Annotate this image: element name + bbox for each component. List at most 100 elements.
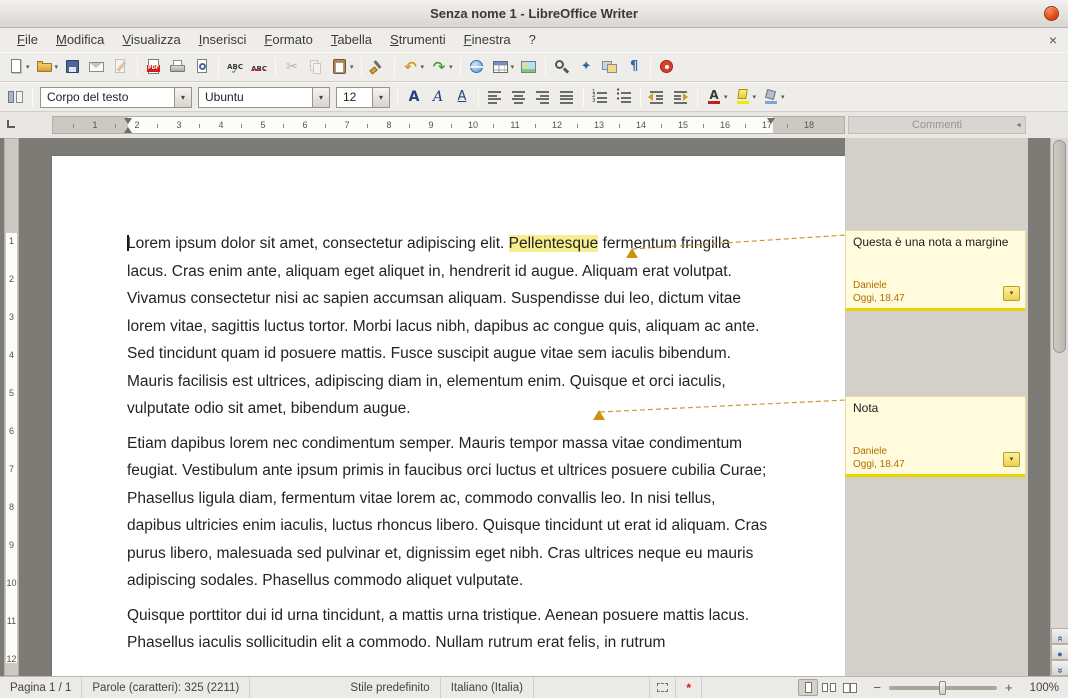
horizontal-ruler[interactable]: 123456789101112131415161718 <box>52 116 845 134</box>
page-number-status[interactable]: Pagina 1 / 1 <box>0 677 82 698</box>
menu-item-tabella[interactable]: Tabella <box>322 28 381 52</box>
menu-item-visualizza[interactable]: Visualizza <box>113 28 189 52</box>
tab-stop-selector[interactable] <box>7 120 15 128</box>
highlight-color-dropdown[interactable]: ▾ <box>753 93 757 101</box>
numbered-list-button[interactable] <box>589 84 611 110</box>
underline-button[interactable]: A <box>451 84 473 110</box>
hyperlink-button[interactable] <box>466 54 488 80</box>
align-right-button[interactable] <box>532 84 554 110</box>
multi-page-view-button[interactable] <box>819 679 839 696</box>
menu-item-modifica[interactable]: Modifica <box>47 28 113 52</box>
italic-button[interactable]: A <box>427 84 449 110</box>
paragraph-2[interactable]: Etiam dapibus lorem nec condimentum semp… <box>127 430 772 595</box>
open-button[interactable]: ▾ <box>34 54 61 80</box>
zoom-slider-thumb[interactable] <box>939 681 946 695</box>
highlight-color-button[interactable]: ▾ <box>732 84 759 110</box>
open-dropdown[interactable]: ▾ <box>55 63 59 71</box>
comment-text[interactable]: Questa è una nota a margine <box>853 235 1018 249</box>
bullet-list-button[interactable] <box>613 84 635 110</box>
paragraph-style-dropdown[interactable]: ▾ <box>174 88 191 107</box>
email-document-button[interactable] <box>86 54 108 80</box>
font-size-dropdown[interactable]: ▾ <box>372 88 389 107</box>
comment-1[interactable]: Questa è una nota a margine Daniele Oggi… <box>845 230 1026 311</box>
close-document-button[interactable]: × <box>1038 32 1068 48</box>
word-count-status[interactable]: Parole (caratteri): 325 (2211) <box>82 677 250 698</box>
print-button[interactable] <box>167 54 189 80</box>
new-document-dropdown[interactable]: ▾ <box>26 63 30 71</box>
paste-dropdown[interactable]: ▾ <box>350 63 354 71</box>
comment-menu-button[interactable]: ▾ <box>1003 452 1020 467</box>
comment-menu-button[interactable]: ▾ <box>1003 286 1020 301</box>
font-name-dropdown[interactable]: ▾ <box>312 88 329 107</box>
menu-item-help[interactable]: ? <box>520 28 545 52</box>
paste-button[interactable]: ▾ <box>329 54 356 80</box>
menu-item-file[interactable]: File <box>8 28 47 52</box>
increase-indent-button[interactable] <box>670 84 692 110</box>
insert-mode-status[interactable] <box>624 677 650 698</box>
background-color-dropdown[interactable]: ▾ <box>781 93 785 101</box>
comment-anchor-highlight[interactable]: Pellentesque <box>509 235 599 252</box>
right-indent-marker[interactable] <box>767 118 775 124</box>
paragraph-style-combo[interactable]: Corpo del testo ▾ <box>40 87 192 108</box>
page-style-status[interactable]: Stile predefinito <box>340 677 440 698</box>
book-view-button[interactable] <box>840 679 860 696</box>
decrease-indent-button[interactable] <box>646 84 668 110</box>
previous-page-button[interactable]: « <box>1051 628 1068 644</box>
paragraph-3[interactable]: Quisque porttitor dui id urna tincidunt,… <box>127 602 772 657</box>
first-line-indent-marker[interactable] <box>124 118 132 124</box>
zoom-slider[interactable] <box>889 686 997 690</box>
insert-table-dropdown[interactable]: ▾ <box>511 63 515 71</box>
vertical-scrollbar[interactable]: « ● » <box>1050 138 1068 676</box>
window-close-button[interactable] <box>1044 6 1059 21</box>
language-status[interactable]: Italiano (Italia) <box>441 677 534 698</box>
undo-dropdown[interactable]: ▾ <box>421 63 425 71</box>
navigate-by-button[interactable]: ● <box>1051 644 1068 660</box>
paragraph-1[interactable]: Lorem ipsum dolor sit amet, consectetur … <box>127 230 772 423</box>
auto-spellcheck-button[interactable] <box>248 54 270 80</box>
insert-image-button[interactable] <box>518 54 540 80</box>
insert-table-button[interactable]: ▾ <box>490 54 517 80</box>
find-replace-button[interactable] <box>551 54 573 80</box>
undo-button[interactable]: ↶▾ <box>400 54 427 80</box>
align-left-button[interactable] <box>484 84 506 110</box>
left-indent-marker[interactable] <box>124 127 132 133</box>
menu-item-strumenti[interactable]: Strumenti <box>381 28 455 52</box>
font-color-button[interactable]: A▾ <box>703 84 730 110</box>
vertical-ruler[interactable]: 123456789101112 <box>4 138 19 676</box>
document-page[interactable]: Lorem ipsum dolor sit amet, consectetur … <box>52 156 845 676</box>
document-text[interactable]: Lorem ipsum dolor sit amet, consectetur … <box>127 230 772 664</box>
zoom-in-button[interactable]: + <box>1002 680 1016 695</box>
next-page-button[interactable]: » <box>1051 660 1068 676</box>
spelling-button[interactable] <box>224 54 246 80</box>
clone-formatting-button[interactable] <box>367 54 389 80</box>
document-modified-status[interactable]: * <box>676 677 702 698</box>
bold-button[interactable]: A <box>403 84 425 110</box>
new-document-button[interactable]: ▾ <box>5 54 32 80</box>
font-color-dropdown[interactable]: ▾ <box>724 93 728 101</box>
align-center-button[interactable] <box>508 84 530 110</box>
title-bar[interactable]: Senza nome 1 - LibreOffice Writer <box>0 0 1068 28</box>
save-button[interactable] <box>62 54 84 80</box>
redo-dropdown[interactable]: ▾ <box>449 63 453 71</box>
menu-item-inserisci[interactable]: Inserisci <box>190 28 256 52</box>
background-color-button[interactable]: ▾ <box>760 84 787 110</box>
comment-text[interactable]: Nota <box>853 401 1018 415</box>
font-size-combo[interactable]: 12 ▾ <box>336 87 390 108</box>
menu-item-finestra[interactable]: Finestra <box>455 28 520 52</box>
sidebar-toggle-button[interactable] <box>5 84 27 110</box>
single-page-view-button[interactable] <box>798 679 818 696</box>
export-pdf-button[interactable] <box>143 54 165 80</box>
zoom-level[interactable]: 100% <box>1020 677 1068 698</box>
selection-mode-status[interactable] <box>650 677 676 698</box>
redo-button[interactable]: ↷▾ <box>428 54 455 80</box>
navigator-button[interactable]: ✦ <box>575 54 597 80</box>
print-preview-button[interactable] <box>191 54 213 80</box>
help-button[interactable] <box>656 54 678 80</box>
formatting-marks-button[interactable]: ¶ <box>623 54 645 80</box>
align-justify-button[interactable] <box>556 84 578 110</box>
font-name-combo[interactable]: Ubuntu ▾ <box>198 87 330 108</box>
comment-2[interactable]: Nota Daniele Oggi, 18.47 ▾ <box>845 396 1026 477</box>
scrollbar-thumb[interactable] <box>1053 140 1066 353</box>
menu-item-formato[interactable]: Formato <box>255 28 321 52</box>
gallery-button[interactable] <box>599 54 621 80</box>
